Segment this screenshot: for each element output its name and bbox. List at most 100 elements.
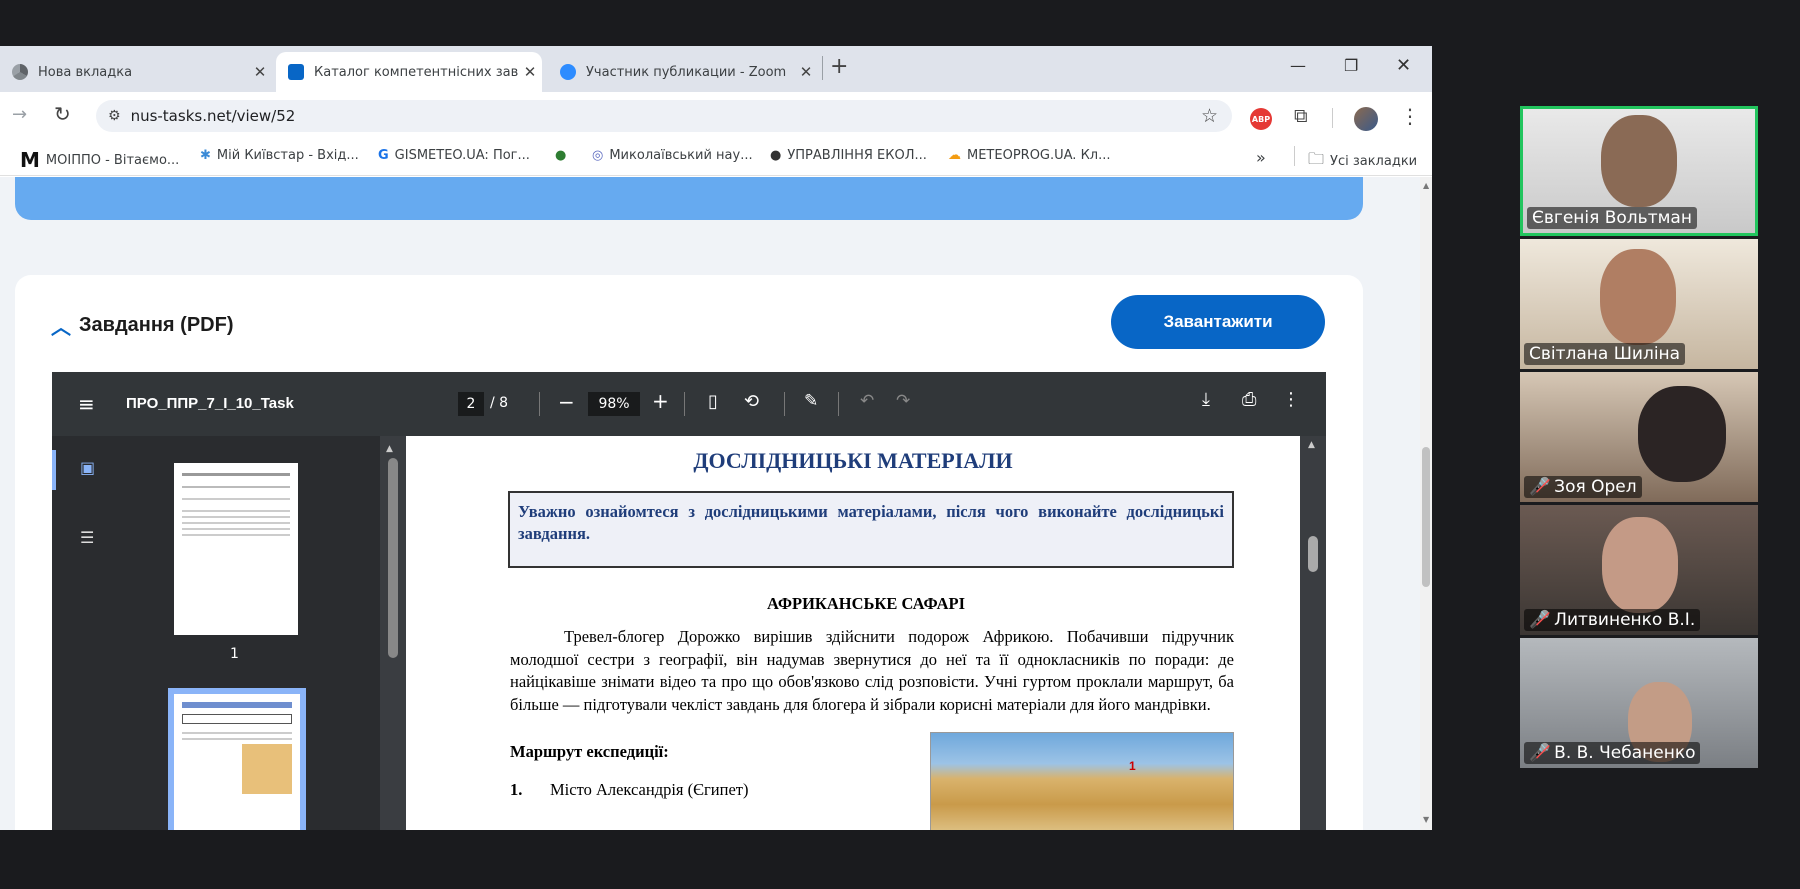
menu-icon[interactable]: ⋮: [1400, 104, 1420, 128]
bookmark-item[interactable]: ☁ METEOPROG.UA. Кл...: [948, 148, 1111, 163]
bookmark-icon: ✱: [200, 148, 211, 163]
adblock-icon[interactable]: ABP: [1250, 108, 1272, 130]
site-settings-icon[interactable]: ⚙: [108, 108, 121, 124]
outline-icon[interactable]: ☰: [80, 528, 94, 547]
pdf-heading: ДОСЛІДНИЦЬКІ МАТЕРІАЛИ: [693, 448, 1013, 473]
zoom-in-icon[interactable]: +: [652, 389, 669, 413]
close-tab-icon[interactable]: ✕: [248, 63, 272, 81]
bookmark-label: METEOPROG.UA. Кл...: [967, 148, 1111, 163]
chevron-up-icon: ︿: [51, 317, 71, 339]
tab-new-tab[interactable]: Нова вкладка ✕: [0, 52, 272, 92]
page-thumbnail-2[interactable]: [168, 688, 306, 830]
participant-video: [1601, 115, 1677, 207]
thumbnails-icon[interactable]: ▣: [80, 458, 95, 477]
participant-name-tag: 🎤̸ Литвиненко В.І.: [1524, 609, 1701, 631]
bookmark-icon: ◎: [592, 148, 604, 163]
profile-avatar[interactable]: [1354, 107, 1378, 131]
bookmark-item[interactable]: ◎ Миколаївський нау...: [592, 148, 753, 163]
close-tab-icon[interactable]: ✕: [518, 63, 542, 81]
address-bar[interactable]: ⚙ nus-tasks.net/view/52 ☆: [96, 100, 1232, 132]
page-scroll-thumb[interactable]: [1422, 447, 1430, 587]
tab-zoom[interactable]: Участник публикации - Zoom ✕: [548, 52, 818, 92]
rotate-icon[interactable]: ⟲: [744, 391, 759, 412]
participant-name-tag: 🎤̸ В. В. Чебаненко: [1524, 742, 1701, 764]
annotate-icon[interactable]: ✎: [804, 391, 818, 411]
bookmarks-overflow-button[interactable]: »: [1256, 148, 1266, 167]
zoom-input[interactable]: 98%: [588, 392, 640, 416]
scroll-up-icon[interactable]: ▲: [386, 444, 393, 454]
bookmark-icon: M: [20, 148, 40, 172]
bookmarks-bar: M МОІППО - Вітаємо... ✱ Мій Київстар - Вхі…: [0, 138, 1432, 176]
bookmarks-separator: [1294, 146, 1295, 166]
page-thumbnail-1[interactable]: [174, 463, 298, 635]
toolbar-divider: [838, 392, 839, 416]
reload-icon[interactable]: ↻: [54, 102, 71, 126]
more-options-icon[interactable]: ⋮: [1282, 389, 1300, 410]
pdf-scroll-thumb[interactable]: [1308, 536, 1318, 572]
pdf-gutter: ▲: [380, 436, 406, 830]
close-window-button[interactable]: ✕: [1396, 55, 1411, 76]
blue-banner: [15, 177, 1363, 220]
participant-tile[interactable]: 🎤̸ В. В. Чебаненко: [1520, 638, 1758, 768]
pdf-scrollbar: ▲: [1300, 436, 1326, 830]
print-icon[interactable]: ⎙: [1242, 389, 1256, 410]
restore-button[interactable]: ❐: [1344, 56, 1358, 75]
pdf-filename: ПРО_ППР_7_І_10_Task: [126, 395, 294, 412]
bookmark-label: Мій Київстар - Вхід...: [216, 148, 359, 163]
extensions-icon[interactable]: ⧉: [1294, 105, 1308, 127]
scroll-up-icon[interactable]: ▲: [1308, 440, 1315, 450]
new-tab-button[interactable]: +: [830, 54, 848, 79]
download-button[interactable]: Завантажити: [1111, 295, 1325, 349]
africa-map-image: 1: [930, 732, 1234, 830]
pdf-page: ДОСЛІДНИЦЬКІ МАТЕРІАЛИ Уважно ознайомтес…: [406, 436, 1300, 830]
undo-icon[interactable]: ↶: [860, 391, 874, 411]
tab-catalog[interactable]: Каталог компетентнісних завд ✕: [276, 52, 542, 92]
participant-video: [1638, 386, 1726, 482]
scroll-down-icon[interactable]: ▼: [1423, 815, 1429, 824]
participant-name-tag: 🎤̸ Зоя Орел: [1524, 476, 1642, 498]
bookmark-item[interactable]: ● УПРАВЛІННЯ ЕКОЛ...: [770, 148, 927, 163]
fit-page-icon[interactable]: ▯: [708, 391, 718, 412]
bookmark-label: МОІППО - Вітаємо...: [45, 152, 180, 168]
page-total: / 8: [490, 395, 509, 411]
bookmark-item[interactable]: ✱ Мій Київстар - Вхід...: [200, 148, 359, 163]
bookmark-item[interactable]: M МОІППО - Вітаємо...: [20, 148, 179, 172]
section-toggle[interactable]: ︿ Завдання (PDF): [51, 311, 233, 340]
zoom-out-icon[interactable]: −: [558, 390, 575, 414]
bookmark-icon: ☁: [948, 148, 961, 163]
page-scrollbar[interactable]: ▲ ▼: [1420, 177, 1432, 830]
participant-tile[interactable]: 🎤̸ Литвиненко В.І.: [1520, 505, 1758, 635]
section-title: Завдання (PDF): [79, 314, 234, 336]
all-bookmarks-label: Усі закладки: [1330, 154, 1418, 169]
url-text: nus-tasks.net/view/52: [130, 107, 296, 125]
participant-name: Світлана Шиліна: [1524, 343, 1686, 365]
thumbnail-page-number: 1: [230, 646, 239, 662]
sidebar-active-indicator: [52, 450, 56, 490]
pdf-menu-icon[interactable]: ≡: [78, 392, 95, 416]
participant-tile[interactable]: Євгенія Вольтман: [1520, 106, 1758, 236]
pdf-sidebar: ▣ ☰ 1: [52, 436, 380, 830]
download-icon[interactable]: ⤓: [1202, 389, 1210, 410]
bookmark-item[interactable]: G GISMETEO.UA: Пог...: [378, 148, 530, 163]
map-marker: 1: [1129, 759, 1136, 773]
thumbnail-scrollbar[interactable]: [388, 458, 398, 658]
participant-tile[interactable]: Світлана Шиліна: [1520, 239, 1758, 369]
bookmark-item[interactable]: ●: [555, 148, 572, 163]
muted-mic-icon: 🎤̸: [1529, 743, 1551, 763]
toolbar-separator: [1332, 108, 1333, 128]
zoom-icon: [560, 64, 576, 80]
star-icon[interactable]: ☆: [1201, 105, 1218, 127]
participant-tile[interactable]: 🎤̸ Зоя Орел: [1520, 372, 1758, 502]
minimize-button[interactable]: —: [1290, 56, 1306, 75]
close-tab-icon[interactable]: ✕: [794, 63, 818, 81]
bookmark-icon: ●: [770, 148, 782, 163]
chrome-icon: [12, 64, 28, 80]
tab-bar: Нова вкладка ✕ Каталог компетентнісних з…: [0, 46, 1432, 92]
page-number-input[interactable]: 2: [458, 392, 484, 416]
redo-icon[interactable]: ↷: [896, 391, 910, 411]
pdf-toolbar: ≡ ПРО_ППР_7_І_10_Task 2 / 8 − 98% + ▯ ⟲ …: [52, 372, 1326, 436]
forward-icon[interactable]: →: [12, 104, 27, 125]
tab-separator: [822, 56, 823, 80]
all-bookmarks-button[interactable]: 🗀 Усі закладки: [1308, 148, 1417, 175]
scroll-up-icon[interactable]: ▲: [1423, 181, 1429, 190]
